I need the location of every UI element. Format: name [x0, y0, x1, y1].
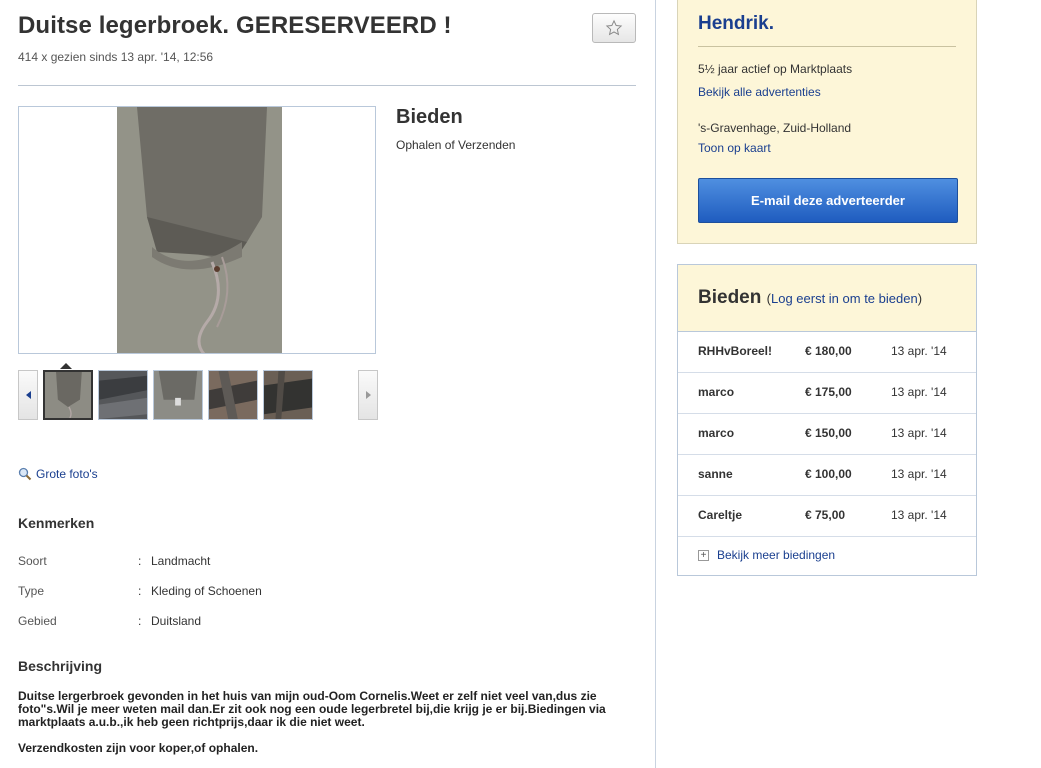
thumb-next-button[interactable]	[358, 370, 378, 420]
page-title: Duitse legerbroek. GERESERVEERD !	[18, 12, 452, 39]
property-row: Soort : Landmacht	[18, 554, 418, 570]
thumbnail-image	[209, 371, 257, 419]
bid-amount: € 180,00	[805, 344, 852, 358]
more-bids-label: Bekijk meer biedingen	[717, 548, 836, 562]
bid-row: Careltje € 75,00 13 apr. '14	[678, 496, 976, 537]
divider	[18, 85, 636, 86]
show-map-link[interactable]: Toon op kaart	[698, 141, 771, 155]
bidder-name: Careltje	[698, 508, 743, 522]
description-body: Duitse lergerbroek gevonden in het huis …	[18, 690, 638, 768]
bid-row: sanne € 100,00 13 apr. '14	[678, 455, 976, 496]
delivery-method: Ophalen of Verzenden	[396, 138, 516, 152]
bidder-name: sanne	[698, 467, 733, 481]
close-paren: )	[917, 291, 923, 306]
large-photos-label: Grote foto's	[36, 467, 98, 481]
bidder-name: marco	[698, 385, 735, 399]
bid-date: 13 apr. '14	[891, 344, 947, 358]
bid-row: RHHvBoreel! € 180,00 13 apr. '14	[678, 332, 976, 373]
property-value: Duitsland	[151, 614, 202, 628]
thumbnail-2[interactable]	[98, 370, 148, 420]
bid-date: 13 apr. '14	[891, 508, 947, 522]
seller-activity: 5½ jaar actief op Marktplaats	[698, 62, 853, 76]
thumb-prev-button[interactable]	[18, 370, 38, 420]
property-separator: :	[138, 614, 142, 628]
large-photos-link[interactable]: Grote foto's	[18, 467, 98, 481]
bid-amount: € 175,00	[805, 385, 852, 399]
main-photo[interactable]	[18, 106, 376, 354]
bid-date: 13 apr. '14	[891, 426, 947, 440]
seller-location: 's-Gravenhage, Zuid-Holland	[698, 121, 852, 135]
bid-row: marco € 175,00 13 apr. '14	[678, 373, 976, 414]
email-seller-button[interactable]: E-mail deze adverteerder	[698, 178, 958, 223]
description-paragraph: Verzendkosten zijn voor koper,of ophalen…	[18, 741, 259, 755]
chevron-right-icon	[365, 391, 371, 399]
properties-heading: Kenmerken	[18, 515, 95, 531]
listing-main: Duitse legerbroek. GERESERVEERD ! 414 x …	[0, 0, 656, 768]
view-count: 414 x gezien sinds 13 apr. '14, 12:56	[18, 50, 214, 64]
property-key: Gebied	[18, 614, 57, 628]
property-separator: :	[138, 554, 142, 568]
bid-amount: € 75,00	[805, 508, 846, 522]
thumbnail-image	[45, 372, 91, 418]
magnifier-icon	[18, 467, 32, 481]
bid-amount: € 100,00	[805, 467, 852, 481]
trousers-photo	[117, 107, 282, 353]
star-icon	[605, 19, 623, 36]
thumbnail-image	[154, 371, 202, 419]
thumbnail-4[interactable]	[208, 370, 258, 420]
thumbnail-3[interactable]	[153, 370, 203, 420]
property-row: Type : Kleding of Schoenen	[18, 584, 418, 600]
login-to-bid-link[interactable]: Log eerst in om te bieden	[771, 291, 918, 306]
bids-heading: Bieden	[698, 287, 762, 308]
property-row: Gebied : Duitsland	[18, 614, 418, 630]
thumbnail-1[interactable]	[43, 370, 93, 420]
bid-heading: Bieden	[396, 106, 463, 128]
bid-row: marco € 150,00 13 apr. '14	[678, 414, 976, 455]
seller-panel: Hendrik. 5½ jaar actief op Marktplaats B…	[677, 0, 977, 244]
thumbnail-strip	[18, 363, 378, 420]
bid-amount: € 150,00	[805, 426, 852, 440]
bids-panel: Bieden (Log eerst in om te bieden) RHHvB…	[677, 264, 977, 576]
thumbnail-image	[99, 371, 147, 419]
bids-header: Bieden (Log eerst in om te bieden)	[678, 265, 976, 332]
chevron-left-icon	[25, 391, 31, 399]
thumbnail-5[interactable]	[263, 370, 313, 420]
plus-icon: +	[698, 549, 709, 561]
description-paragraph: Duitse lergerbroek gevonden in het huis …	[18, 689, 606, 729]
sidebar: Hendrik. 5½ jaar actief op Marktplaats B…	[657, 0, 1041, 768]
bid-date: 13 apr. '14	[891, 467, 947, 481]
bid-date: 13 apr. '14	[891, 385, 947, 399]
bids-title: Bieden (Log eerst in om te bieden)	[698, 287, 922, 309]
property-separator: :	[138, 584, 142, 598]
bidder-name: marco	[698, 426, 735, 440]
divider	[698, 46, 956, 47]
bidder-name: RHHvBoreel!	[698, 344, 773, 358]
description-heading: Beschrijving	[18, 658, 103, 674]
property-key: Type	[18, 584, 45, 598]
property-value: Landmacht	[151, 554, 211, 568]
all-ads-link[interactable]: Bekijk alle advertenties	[698, 85, 821, 99]
more-bids-link[interactable]: + Bekijk meer biedingen	[698, 548, 835, 562]
property-key: Soort	[18, 554, 47, 568]
favorite-button[interactable]	[592, 13, 636, 43]
thumb-pointer	[60, 363, 72, 369]
thumbnail-image	[264, 371, 312, 419]
property-value: Kleding of Schoenen	[151, 584, 262, 598]
seller-name[interactable]: Hendrik.	[698, 13, 774, 35]
